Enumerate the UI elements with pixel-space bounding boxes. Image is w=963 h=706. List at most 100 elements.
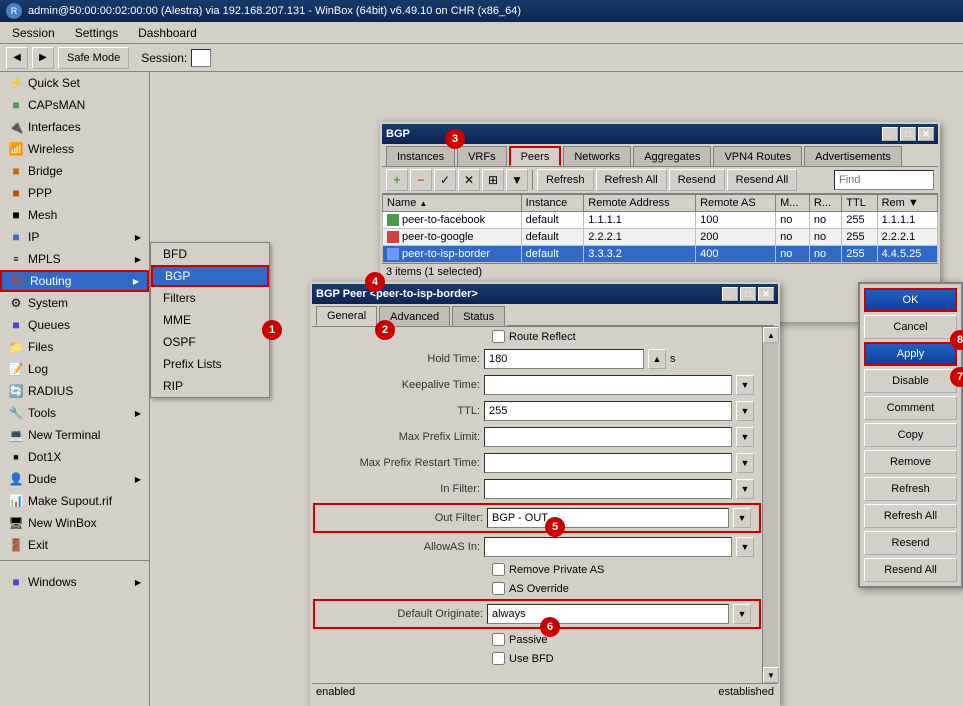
resend-all-button[interactable]: Resend All: [864, 558, 957, 582]
bgp-filter-btn[interactable]: ⊞: [482, 169, 504, 191]
sidebar-item-log[interactable]: 📝 Log: [0, 358, 149, 380]
hold-time-spin-up[interactable]: ▲: [648, 349, 666, 369]
submenu-ospf[interactable]: OSPF: [151, 331, 269, 353]
tab-peers[interactable]: Peers: [509, 146, 562, 166]
max-prefix-restart-input[interactable]: [484, 453, 732, 473]
bgp-resend-all-btn[interactable]: Resend All: [727, 169, 798, 191]
bgp-funnel-btn[interactable]: ▼: [506, 169, 528, 191]
session-input[interactable]: [191, 49, 211, 67]
sidebar-item-dot1x[interactable]: ■ Dot1X: [0, 446, 149, 468]
menu-dashboard[interactable]: Dashboard: [130, 24, 205, 42]
refresh-all-button[interactable]: Refresh All: [864, 504, 957, 528]
col-rem[interactable]: Rem ▼: [877, 195, 937, 212]
sidebar-item-bridge[interactable]: ■ Bridge: [0, 160, 149, 182]
max-prefix-restart-dropdown[interactable]: ▼: [736, 453, 754, 473]
keepalive-input[interactable]: [484, 375, 732, 395]
sidebar-item-dude[interactable]: 👤 Dude ▶: [0, 468, 149, 490]
menu-settings[interactable]: Settings: [67, 24, 126, 42]
remove-private-as-checkbox[interactable]: [492, 563, 505, 576]
resend-button[interactable]: Resend: [864, 531, 957, 555]
sidebar-item-files[interactable]: 📁 Files: [0, 336, 149, 358]
sidebar-item-mesh[interactable]: ■ Mesh: [0, 204, 149, 226]
col-remote-as[interactable]: Remote AS: [696, 195, 776, 212]
bgp-maximize[interactable]: □: [900, 127, 916, 141]
max-prefix-input[interactable]: [484, 427, 732, 447]
submenu-bgp[interactable]: BGP: [151, 265, 269, 287]
ok-button[interactable]: OK: [864, 288, 957, 312]
scroll-track[interactable]: [763, 343, 778, 667]
col-remote-address[interactable]: Remote Address: [584, 195, 696, 212]
forward-button[interactable]: ▶: [32, 47, 54, 69]
tab-networks[interactable]: Networks: [563, 146, 631, 166]
sidebar-item-system[interactable]: ⚙ System: [0, 292, 149, 314]
comment-button[interactable]: Comment: [864, 396, 957, 420]
disable-button[interactable]: Disable: [864, 369, 957, 393]
copy-button[interactable]: Copy: [864, 423, 957, 447]
back-button[interactable]: ◀: [6, 47, 28, 69]
sidebar-item-capsman[interactable]: ■ CAPsMAN: [0, 94, 149, 116]
sidebar-item-quickset[interactable]: ⚡ Quick Set: [0, 72, 149, 94]
table-row[interactable]: peer-to-facebook default 1.1.1.1 100 no …: [383, 212, 938, 229]
submenu-filters[interactable]: Filters: [151, 287, 269, 309]
bgp-add-btn[interactable]: +: [386, 169, 408, 191]
submenu-rip[interactable]: RIP: [151, 375, 269, 397]
sidebar-item-tools[interactable]: 🔧 Tools ▶: [0, 402, 149, 424]
bgp-peer-maximize[interactable]: □: [740, 287, 756, 301]
passive-checkbox[interactable]: [492, 633, 505, 646]
submenu-prefix-lists[interactable]: Prefix Lists: [151, 353, 269, 375]
allowas-input[interactable]: [484, 537, 732, 557]
use-bfd-checkbox[interactable]: [492, 652, 505, 665]
sidebar-item-ip[interactable]: ■ IP ▶: [0, 226, 149, 248]
in-filter-dropdown[interactable]: ▼: [736, 479, 754, 499]
bgp-peer-minimize[interactable]: _: [722, 287, 738, 301]
table-row[interactable]: peer-to-google default 2.2.2.1 200 no no…: [383, 229, 938, 246]
tab-status[interactable]: Status: [452, 306, 505, 326]
ttl-dropdown[interactable]: ▼: [736, 401, 754, 421]
bgp-peer-close[interactable]: ✕: [758, 287, 774, 301]
col-m[interactable]: M...: [776, 195, 810, 212]
sidebar-item-supout[interactable]: 📊 Make Supout.rif: [0, 490, 149, 512]
sidebar-item-interfaces[interactable]: 🔌 Interfaces: [0, 116, 149, 138]
col-name[interactable]: Name ▲: [383, 195, 522, 212]
col-instance[interactable]: Instance: [521, 195, 584, 212]
scroll-up[interactable]: ▲: [763, 327, 779, 343]
refresh-button[interactable]: Refresh: [864, 477, 957, 501]
tab-vpn4routes[interactable]: VPN4 Routes: [713, 146, 802, 166]
sidebar-item-terminal[interactable]: 💻 New Terminal: [0, 424, 149, 446]
allowas-dropdown[interactable]: ▼: [736, 537, 754, 557]
tab-vrfs[interactable]: VRFs: [457, 146, 507, 166]
ttl-input[interactable]: [484, 401, 732, 421]
as-override-checkbox[interactable]: [492, 582, 505, 595]
sidebar-item-routing[interactable]: 🗺 Routing ▶: [0, 270, 149, 292]
sidebar-item-wireless[interactable]: 📶 Wireless: [0, 138, 149, 160]
scroll-down[interactable]: ▼: [763, 667, 779, 683]
out-filter-dropdown[interactable]: ▼: [733, 508, 751, 528]
remove-button[interactable]: Remove: [864, 450, 957, 474]
sidebar-item-ppp[interactable]: ■ PPP: [0, 182, 149, 204]
cancel-button[interactable]: Cancel: [864, 315, 957, 339]
sidebar-item-mpls[interactable]: ≡ MPLS ▶: [0, 248, 149, 270]
default-originate-input[interactable]: [487, 604, 729, 624]
tab-aggregates[interactable]: Aggregates: [633, 146, 711, 166]
safe-mode-button[interactable]: Safe Mode: [58, 47, 129, 69]
route-reflect-checkbox[interactable]: [492, 330, 505, 343]
bgp-minimize[interactable]: _: [882, 127, 898, 141]
peer-scrollbar[interactable]: ▲ ▼: [762, 327, 778, 683]
keepalive-dropdown[interactable]: ▼: [736, 375, 754, 395]
hold-time-input[interactable]: [484, 349, 644, 369]
sidebar-item-queues[interactable]: ■ Queues: [0, 314, 149, 336]
sidebar-item-exit[interactable]: 🚪 Exit: [0, 534, 149, 556]
menu-session[interactable]: Session: [4, 24, 63, 42]
submenu-mme[interactable]: MME: [151, 309, 269, 331]
submenu-bfd[interactable]: BFD: [151, 243, 269, 265]
bgp-find-input[interactable]: [834, 170, 934, 190]
bgp-close[interactable]: ✕: [918, 127, 934, 141]
tab-general[interactable]: General: [316, 306, 377, 326]
max-prefix-dropdown[interactable]: ▼: [736, 427, 754, 447]
sidebar-item-newwinbox[interactable]: 🖥 New WinBox: [0, 512, 149, 534]
col-r[interactable]: R...: [809, 195, 841, 212]
bgp-delete-btn[interactable]: ✕: [458, 169, 480, 191]
in-filter-input[interactable]: [484, 479, 732, 499]
bgp-resend-btn[interactable]: Resend: [669, 169, 725, 191]
tab-instances[interactable]: Instances: [386, 146, 455, 166]
